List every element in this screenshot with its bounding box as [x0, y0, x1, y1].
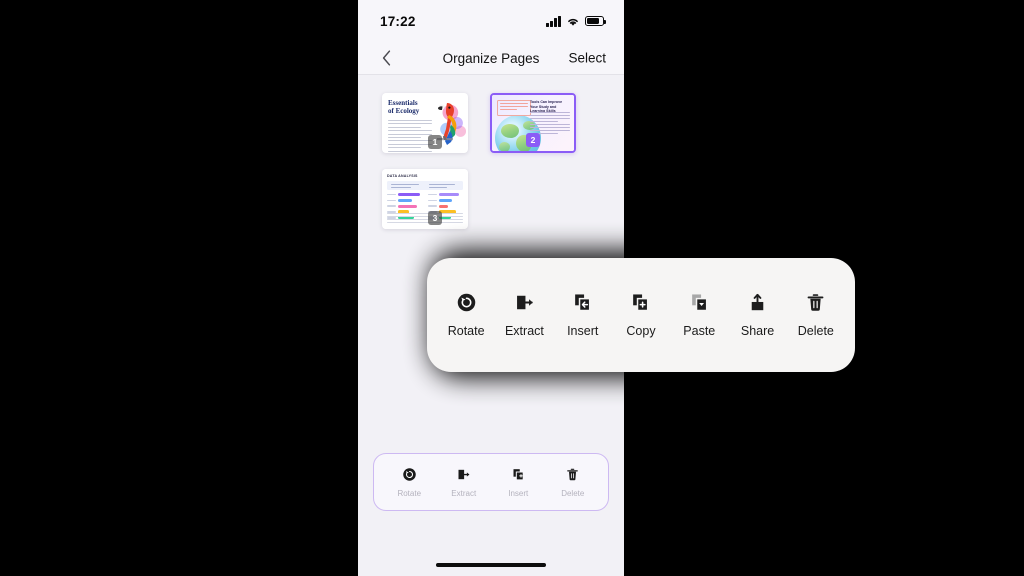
toolbar-item-label: Delete [561, 488, 585, 498]
page-thumbnail-3[interactable]: DATA ANALYSIS 3 [382, 169, 468, 229]
menu-item-label: Insert [567, 324, 599, 338]
status-bar: 17:22 [358, 0, 624, 42]
extract-icon [514, 292, 535, 313]
bottom-toolbar: Rotate Extract Insert Delete [373, 453, 609, 511]
page-3-title: DATA ANALYSIS [387, 174, 418, 178]
toolbar-item-label: Insert [508, 488, 529, 498]
menu-item-share[interactable]: Share [731, 292, 785, 338]
page-3-footer-lines [387, 213, 463, 225]
menu-item-label: Extract [504, 324, 544, 338]
page-3-header-band [387, 181, 463, 190]
menu-item-rotate[interactable]: Rotate [439, 292, 493, 338]
page-preview: Essentials of Ecology [382, 93, 468, 153]
status-indicators [546, 15, 606, 27]
page-title: Organize Pages [442, 50, 540, 66]
chevron-left-icon[interactable] [376, 48, 396, 68]
menu-item-copy[interactable]: Copy [614, 292, 668, 338]
menu-item-label: Copy [626, 324, 656, 338]
menu-item-label: Delete [797, 324, 834, 338]
extract-icon [456, 467, 471, 482]
menu-item-extract[interactable]: Extract [497, 292, 551, 338]
menu-item-delete[interactable]: Delete [789, 292, 843, 338]
page-number-badge: 2 [526, 133, 540, 147]
menu-item-insert[interactable]: Insert [556, 292, 610, 338]
battery-icon [585, 16, 606, 26]
paste-icon [689, 292, 710, 313]
toolbar-extract-button[interactable]: Extract [441, 467, 487, 498]
toolbar-item-label: Rotate [397, 488, 422, 498]
menu-item-paste[interactable]: Paste [672, 292, 726, 338]
page-number-badge: 1 [428, 135, 442, 149]
toolbar-item-label: Extract [451, 488, 477, 498]
menu-item-label: Rotate [447, 324, 485, 338]
menu-item-label: Share [740, 324, 775, 338]
page-thumbnail-2[interactable]: Tools Can Improve Your Study and Learnin… [490, 93, 576, 153]
cellular-signal-icon [546, 15, 561, 27]
toolbar-rotate-button[interactable]: Rotate [386, 467, 432, 498]
menu-item-label: Paste [683, 324, 716, 338]
wifi-icon [566, 16, 580, 27]
page-thumbnail-1[interactable]: Essentials of Ecology 1 [382, 93, 468, 153]
page-number-badge: 3 [428, 211, 442, 225]
pages-grid: Essentials of Ecology 1 Tools Can Improv… [358, 75, 624, 229]
insert-icon [572, 292, 593, 313]
share-icon [747, 292, 768, 313]
rotate-icon [456, 292, 477, 313]
delete-icon [805, 292, 826, 313]
navigation-bar: Organize Pages Select [358, 42, 624, 75]
page-1-title: Essentials of Ecology [388, 99, 420, 116]
select-button[interactable]: Select [568, 51, 606, 66]
copy-icon [630, 292, 651, 313]
screenshot-stage: 17:22 Organize Pages Select Essentials o… [0, 0, 1024, 576]
toolbar-delete-button[interactable]: Delete [550, 467, 596, 498]
insert-icon [511, 467, 526, 482]
delete-icon [565, 467, 580, 482]
context-menu: Rotate Extract Insert Copy Paste Share D… [427, 258, 855, 372]
home-indicator [436, 563, 546, 567]
highlight-callout [497, 100, 531, 116]
page-1-body-lines [388, 120, 432, 153]
page-preview: DATA ANALYSIS [382, 169, 468, 229]
toolbar-insert-button[interactable]: Insert [495, 467, 541, 498]
status-time: 17:22 [380, 13, 416, 29]
rotate-icon [402, 467, 417, 482]
